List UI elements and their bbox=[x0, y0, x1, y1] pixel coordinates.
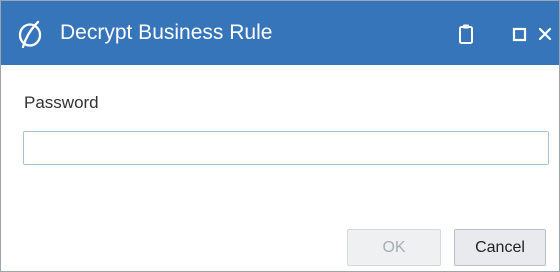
clipboard-icon[interactable] bbox=[458, 23, 474, 45]
decrypt-dialog: Decrypt Business Rule Password OK Cancel bbox=[0, 0, 560, 272]
close-icon[interactable] bbox=[537, 23, 553, 45]
app-logo-icon bbox=[18, 20, 42, 48]
password-label: Password bbox=[24, 93, 99, 112]
maximize-icon[interactable] bbox=[512, 23, 528, 45]
cancel-button[interactable]: Cancel bbox=[454, 229, 546, 266]
dialog-title: Decrypt Business Rule bbox=[60, 21, 273, 44]
password-field[interactable] bbox=[23, 131, 549, 165]
dialog-titlebar[interactable]: Decrypt Business Rule bbox=[1, 1, 559, 65]
ok-button[interactable]: OK bbox=[347, 229, 441, 266]
dialog-body: Password OK Cancel bbox=[1, 65, 559, 271]
